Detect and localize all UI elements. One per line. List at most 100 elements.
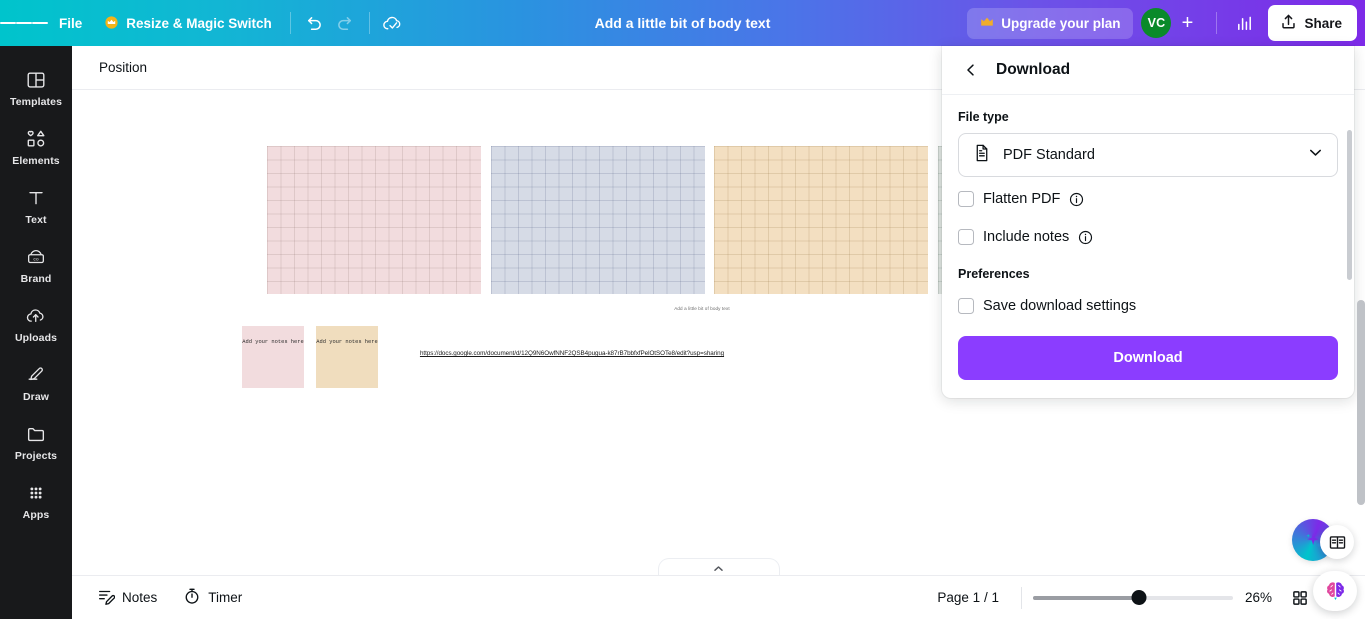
- preferences-section: Preferences Save download settings: [958, 267, 1338, 322]
- undo-icon[interactable]: [298, 7, 330, 39]
- info-icon[interactable]: [1069, 192, 1084, 207]
- toolbar-divider: [289, 12, 291, 34]
- flatten-pdf-option[interactable]: Flatten PDF: [958, 183, 1338, 215]
- timer-label: Timer: [208, 590, 243, 605]
- redo-icon[interactable]: [330, 7, 362, 39]
- zoom-slider-fill: [1032, 595, 1139, 600]
- zoom-slider[interactable]: [1032, 588, 1233, 608]
- flatten-pdf-label: Flatten PDF: [983, 191, 1061, 207]
- sidebar-item-label: Templates: [9, 96, 63, 108]
- share-button[interactable]: Share: [1268, 5, 1357, 41]
- sidebar-item-elements[interactable]: Elements: [4, 119, 68, 174]
- sidebar-item-apps[interactable]: Apps: [4, 473, 68, 528]
- sidebar-item-label: Brand: [20, 273, 52, 285]
- bar-chart-icon[interactable]: [1228, 7, 1260, 39]
- sidebar-item-templates[interactable]: Templates: [4, 60, 68, 115]
- bottom-toolbar: Notes Timer Page 1 / 1 26%: [72, 575, 1365, 619]
- notes-icon: [97, 587, 116, 608]
- collaborators-group: VC +: [1137, 8, 1205, 38]
- notes-label: Notes: [122, 590, 158, 605]
- projects-icon: [25, 423, 47, 445]
- flatten-pdf-checkbox[interactable]: [958, 191, 974, 207]
- file-menu-button[interactable]: File: [48, 9, 93, 38]
- sidebar-item-label: Projects: [14, 450, 58, 462]
- file-menu-label: File: [59, 15, 83, 31]
- canva-editor-window: File Resize & Magic Switch Add a little …: [0, 0, 1365, 619]
- include-notes-label: Include notes: [983, 229, 1070, 245]
- text-icon: [25, 187, 47, 209]
- book-icon[interactable]: [1320, 525, 1354, 559]
- collapse-panel-toggle[interactable]: [657, 558, 780, 575]
- include-notes-option[interactable]: Include notes: [958, 221, 1338, 253]
- svg-text:co: co: [33, 257, 38, 262]
- save-download-settings-option[interactable]: Save download settings: [958, 290, 1338, 322]
- file-type-select[interactable]: PDF Standard: [958, 133, 1338, 177]
- sidebar-item-label: Apps: [22, 509, 50, 521]
- plus-icon[interactable]: +: [1173, 9, 1201, 37]
- download-button[interactable]: Download: [958, 336, 1338, 380]
- download-panel-body: File type PDF Standard Flatten PDF Inclu…: [942, 95, 1354, 398]
- document-title[interactable]: Add a little bit of body text: [585, 10, 781, 36]
- hamburger-icon[interactable]: [0, 0, 48, 46]
- zoom-slider-knob[interactable]: [1131, 590, 1147, 605]
- sticky-note[interactable]: Add your notes here: [316, 326, 378, 388]
- resize-magic-switch-button[interactable]: Resize & Magic Switch: [93, 9, 283, 38]
- grid-panel-tan[interactable]: [714, 146, 928, 294]
- include-notes-checkbox[interactable]: [958, 229, 974, 245]
- resize-magic-switch-label: Resize & Magic Switch: [126, 15, 272, 31]
- canvas-body-text[interactable]: Add a little bit of body text: [617, 306, 787, 311]
- download-panel: Download File type PDF Standard Flatten …: [942, 46, 1354, 398]
- info-icon[interactable]: [1078, 230, 1093, 245]
- upgrade-plan-button[interactable]: Upgrade your plan: [967, 7, 1134, 39]
- sidebar-item-draw[interactable]: Draw: [4, 355, 68, 410]
- save-download-settings-checkbox[interactable]: [958, 298, 974, 314]
- templates-icon: [25, 69, 47, 91]
- sidebar-item-text[interactable]: Text: [4, 178, 68, 233]
- sidebar-item-projects[interactable]: Projects: [4, 414, 68, 469]
- position-button[interactable]: Position: [99, 60, 147, 75]
- draw-icon: [25, 364, 47, 386]
- sidebar-item-label: Text: [25, 214, 47, 226]
- brand-icon: co: [25, 246, 47, 268]
- file-type-label: File type: [958, 110, 1009, 124]
- download-panel-header: Download: [942, 46, 1354, 95]
- chevron-down-icon: [1307, 144, 1324, 166]
- crown-icon: [104, 15, 119, 31]
- upload-icon: [1280, 13, 1297, 33]
- ai-brain-icon[interactable]: [1313, 571, 1357, 611]
- bottom-divider: [1020, 586, 1022, 609]
- google-doc-link[interactable]: https://docs.google.com/document/d/12Q9N…: [272, 350, 872, 357]
- top-toolbar: File Resize & Magic Switch Add a little …: [0, 0, 1365, 46]
- panel-scrollbar[interactable]: [1347, 130, 1352, 280]
- grid-view-icon[interactable]: [1284, 582, 1316, 614]
- left-sidebar: Templates Elements Text co Brand Uploads…: [0, 46, 72, 619]
- sticky-note[interactable]: Add your notes here: [242, 326, 304, 388]
- avatar[interactable]: VC: [1141, 8, 1172, 38]
- document-icon: [972, 143, 992, 168]
- cloud-saved-icon[interactable]: [377, 7, 409, 39]
- window-scrollbar[interactable]: [1357, 300, 1365, 505]
- bottom-left-group: Notes Timer: [72, 580, 253, 615]
- zoom-value[interactable]: 26%: [1236, 583, 1281, 612]
- download-panel-title: Download: [996, 61, 1071, 78]
- apps-icon: [25, 482, 47, 504]
- sidebar-item-uploads[interactable]: Uploads: [4, 296, 68, 351]
- sidebar-item-label: Elements: [12, 155, 60, 167]
- preferences-label: Preferences: [958, 267, 1030, 281]
- grid-panel-pink[interactable]: [267, 146, 481, 294]
- toolbar-divider-3: [1216, 12, 1218, 34]
- grid-panel-blue[interactable]: [491, 146, 705, 294]
- timer-icon: [183, 587, 201, 608]
- upgrade-plan-label: Upgrade your plan: [1001, 15, 1121, 31]
- elements-icon: [25, 128, 47, 150]
- chevron-left-icon[interactable]: [958, 57, 984, 83]
- timer-button[interactable]: Timer: [172, 580, 253, 615]
- save-download-settings-label: Save download settings: [983, 298, 1137, 314]
- notes-button[interactable]: Notes: [86, 580, 168, 615]
- page-indicator[interactable]: Page 1 / 1: [926, 583, 1010, 612]
- toolbar-divider-2: [368, 12, 370, 34]
- toolbar-left-group: File Resize & Magic Switch: [0, 0, 409, 46]
- sidebar-item-brand[interactable]: co Brand: [4, 237, 68, 292]
- sidebar-item-label: Draw: [22, 391, 50, 403]
- file-type-value: PDF Standard: [1003, 147, 1095, 163]
